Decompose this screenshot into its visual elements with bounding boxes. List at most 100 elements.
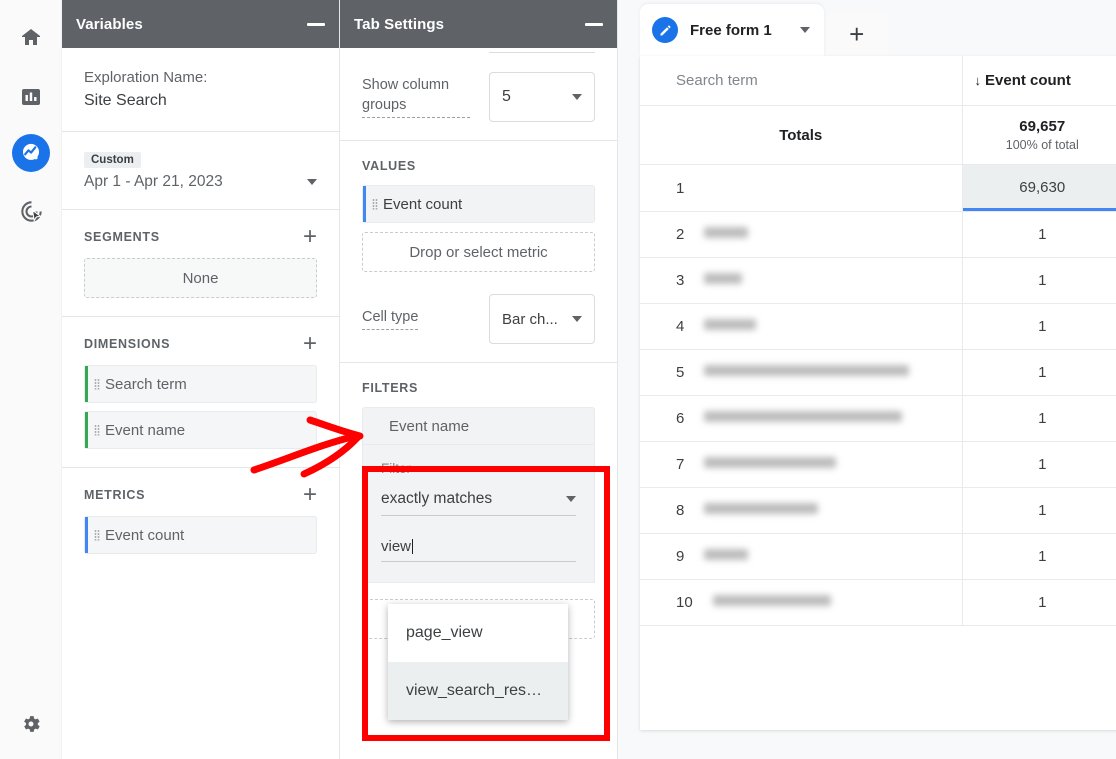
row-index-cell: 4: [640, 304, 962, 350]
add-segment-button[interactable]: +: [303, 228, 317, 246]
event-count-cell: 1: [962, 580, 1116, 626]
show-column-groups-select[interactable]: 5: [489, 72, 595, 122]
date-range-row[interactable]: Apr 1 - Apr 21, 2023: [84, 173, 317, 191]
table-row[interactable]: 21: [640, 212, 1116, 258]
column-header-search-term[interactable]: Search term: [640, 56, 962, 106]
chevron-down-icon: [572, 94, 582, 100]
event-count-cell: 69,630: [962, 165, 1116, 212]
tab-settings-panel-title: Tab Settings: [354, 16, 444, 33]
dimension-item-event-name[interactable]: Event name: [84, 411, 317, 449]
table-row[interactable]: 91: [640, 534, 1116, 580]
filter-value-autocomplete: page_view view_search_res…: [388, 604, 568, 720]
event-count-cell: 1: [962, 488, 1116, 534]
date-range-chip: Custom: [84, 152, 141, 168]
variables-panel-header: Variables: [62, 0, 339, 48]
match-type-select[interactable]: exactly matches: [381, 490, 576, 516]
match-type-value: exactly matches: [381, 490, 492, 508]
filters-title: FILTERS: [362, 381, 595, 395]
column-header-event-count[interactable]: ↓Event count: [962, 56, 1116, 106]
show-column-groups-value: 5: [502, 88, 511, 106]
redacted-search-term: [713, 595, 831, 606]
autocomplete-option-view-search-results[interactable]: view_search_res…: [388, 662, 568, 720]
dimension-label: Search term: [105, 376, 187, 393]
event-count-cell: 1: [962, 304, 1116, 350]
dimensions-section: DIMENSIONS + Search term Event name: [62, 317, 339, 468]
row-index-cell: 7: [640, 442, 962, 488]
totals-row: Totals 69,657 100% of total: [640, 106, 1116, 165]
table-row[interactable]: 41: [640, 304, 1116, 350]
redacted-search-term: [704, 457, 836, 468]
table-row[interactable]: 81: [640, 488, 1116, 534]
cell-type-row: Cell type Bar ch...: [362, 294, 595, 344]
redacted-search-term: [704, 549, 748, 560]
dimensions-title: DIMENSIONS: [84, 337, 170, 351]
exploration-name-label: Exploration Name:: [84, 66, 317, 89]
add-tab-button[interactable]: +: [826, 12, 888, 56]
table-row[interactable]: 31: [640, 258, 1116, 304]
exploration-name-value[interactable]: Site Search: [84, 89, 317, 113]
value-label: Event count: [383, 196, 462, 213]
edit-pencil-icon: [652, 17, 678, 43]
event-count-cell: 1: [962, 350, 1116, 396]
table-row[interactable]: 101: [640, 580, 1116, 626]
filter-editor: Filter exactly matches view: [362, 445, 595, 583]
event-count-cell: 1: [962, 534, 1116, 580]
drag-handle-icon[interactable]: [372, 199, 378, 210]
text-cursor: [412, 539, 413, 554]
metric-item-event-count[interactable]: Event count: [84, 516, 317, 554]
minimize-variables-button[interactable]: [307, 23, 325, 26]
add-metric-button[interactable]: +: [303, 486, 317, 504]
tab-settings-panel-header: Tab Settings: [340, 0, 617, 48]
minimize-tab-settings-button[interactable]: [585, 23, 603, 26]
redacted-search-term: [704, 273, 742, 284]
table-row[interactable]: 169,630: [640, 165, 1116, 212]
show-column-groups-row: Show column groups 5: [362, 72, 595, 122]
cell-type-select[interactable]: Bar ch...: [489, 294, 595, 344]
add-dimension-button[interactable]: +: [303, 335, 317, 353]
report-table-card: Search term ↓Event count Totals 69,657 1…: [640, 56, 1116, 730]
segments-title: SEGMENTS: [84, 230, 160, 244]
advertising-icon[interactable]: [12, 192, 50, 230]
autocomplete-option-page-view[interactable]: page_view: [388, 604, 568, 662]
segments-header: SEGMENTS +: [84, 228, 317, 246]
drag-handle-icon[interactable]: [94, 379, 100, 390]
exploration-name-section: Exploration Name: Site Search: [62, 48, 339, 132]
row-index-cell: 6: [640, 396, 962, 442]
show-column-groups-label: Show column groups: [362, 76, 470, 117]
reports-icon[interactable]: [12, 78, 50, 116]
drop-or-select-metric-dropzone[interactable]: Drop or select metric: [362, 232, 595, 272]
drag-handle-icon[interactable]: [94, 530, 100, 541]
filter-value-input[interactable]: view: [381, 538, 576, 562]
table-row[interactable]: 71: [640, 442, 1116, 488]
segments-empty-dropzone[interactable]: None: [84, 258, 317, 298]
ga4-exploration-screen: Variables Exploration Name: Site Search …: [0, 0, 1116, 759]
row-index-cell: 2: [640, 212, 962, 258]
report-area: Free form 1 + Search term ↓Event count: [618, 0, 1116, 759]
redacted-search-term: [704, 319, 756, 330]
filter-sublabel: Filter: [381, 461, 576, 476]
chevron-down-icon: [307, 179, 317, 185]
free-form-table: Search term ↓Event count Totals 69,657 1…: [640, 56, 1116, 626]
left-nav-rail: [0, 0, 62, 759]
home-icon[interactable]: [12, 18, 50, 56]
filter-dimension-chip[interactable]: Event name: [362, 407, 595, 445]
date-range-value: Apr 1 - Apr 21, 2023: [84, 173, 223, 191]
tab-free-form-1[interactable]: Free form 1: [640, 4, 824, 56]
gear-icon[interactable]: [12, 705, 50, 743]
date-range-section[interactable]: Custom Apr 1 - Apr 21, 2023: [62, 132, 339, 210]
table-row[interactable]: 61: [640, 396, 1116, 442]
table-header-row: Search term ↓Event count: [640, 56, 1116, 106]
dimension-item-search-term[interactable]: Search term: [84, 365, 317, 403]
value-item-event-count[interactable]: Event count: [362, 185, 595, 223]
scroll-divider: [489, 52, 595, 53]
explore-icon[interactable]: [12, 134, 50, 172]
variables-panel: Variables Exploration Name: Site Search …: [62, 0, 340, 759]
metrics-header: METRICS +: [84, 486, 317, 504]
chevron-down-icon[interactable]: [800, 27, 810, 33]
totals-cell: 69,657 100% of total: [962, 106, 1116, 165]
drag-handle-icon[interactable]: [94, 425, 100, 436]
dimensions-header: DIMENSIONS +: [84, 335, 317, 353]
filter-dimension-label: Event name: [389, 418, 469, 435]
row-index-cell: 3: [640, 258, 962, 304]
table-row[interactable]: 51: [640, 350, 1116, 396]
